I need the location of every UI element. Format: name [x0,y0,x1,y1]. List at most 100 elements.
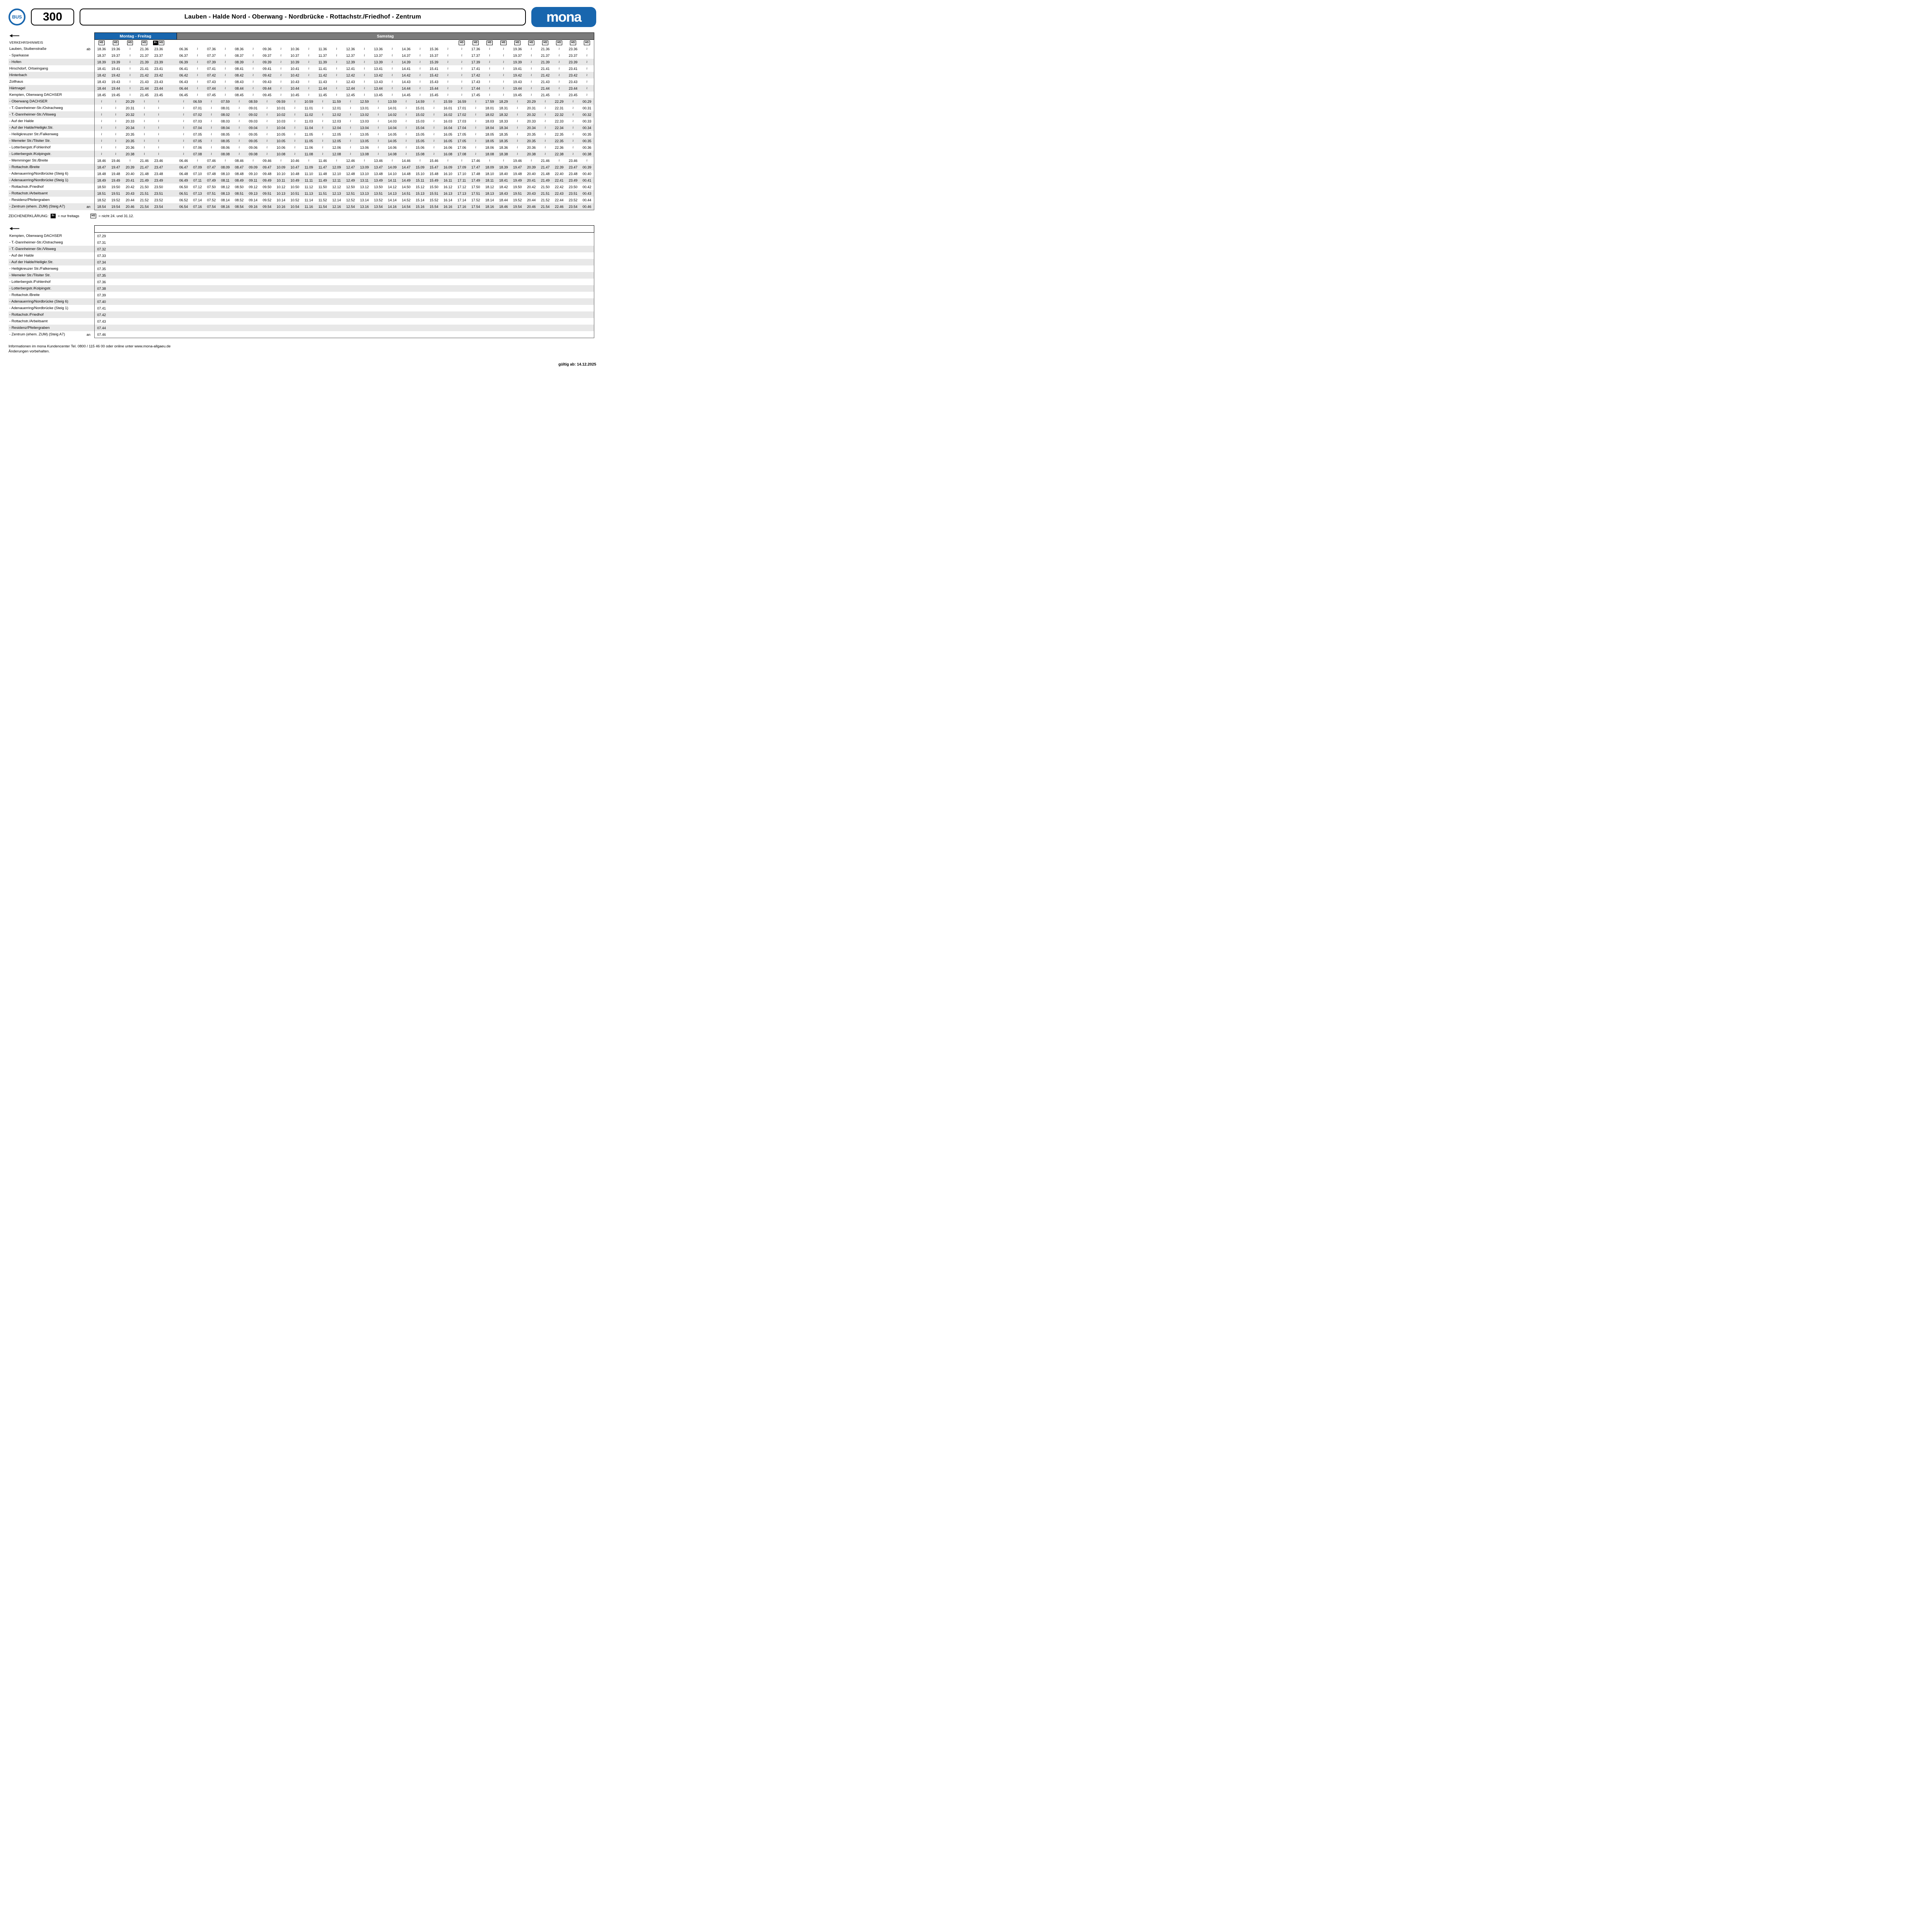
time-cell: ≀ [538,98,552,105]
time-cell: 22.29 [552,98,566,105]
time-cell: 18.31 [497,105,510,111]
time-cell: ≀ [109,138,123,144]
time-cell: 14.50 [399,184,413,190]
time-cell: 19.45 [510,92,524,98]
time-cell: 07.51 [204,190,218,197]
time-cell: ≀ [413,85,427,92]
time-cell: 13.51 [371,190,385,197]
time-cell: ≀ [137,111,151,118]
time-cell: 22.34 [552,124,566,131]
time-cell: ≀ [151,111,166,118]
time-cell: 11.59 [330,98,344,105]
time-cell: ≀ [177,105,190,111]
time-cell: 18.16 [483,203,497,210]
time-cell: 12.02 [330,111,344,118]
stop-mark [86,118,94,124]
skip-wave-icon: ≀ [433,133,434,136]
stop-mark [86,298,94,305]
station-name: - Rottachstr./Friedhof [9,311,86,318]
time-cell: 10.37 [288,52,302,59]
time-cell: 19.36 [510,46,524,52]
skip-wave-icon: ≀ [294,133,295,136]
time-cell: 06.49 [177,177,190,184]
time-cell: 07.33 [94,252,109,259]
time-cell: 13.12 [357,184,371,190]
time-cell: 23.45 [566,92,580,98]
time-cell: 17.42 [469,72,483,78]
left-arrow-icon [9,227,19,230]
time-cell: 19.39 [510,59,524,65]
time-cell: ≀ [288,151,302,157]
time-cell: ≀ [497,92,510,98]
time-cell: ≀ [274,59,288,65]
time-cell: 10.12 [274,184,288,190]
skip-wave-icon: ≀ [544,106,546,110]
time-cell: 22.43 [552,190,566,197]
time-cell: ≀ [123,59,137,65]
time-cell: 07.35 [94,272,109,279]
time-cell: ≀ [538,138,552,144]
time-cell: 20.41 [123,177,137,184]
skip-wave-icon: ≀ [405,139,406,143]
time-cell: 17.16 [455,203,469,210]
stop-mark [86,52,94,59]
time-cell: ≀ [455,85,469,92]
time-cell: 09.01 [246,105,260,111]
empty-cells [109,292,594,298]
time-cell: 17.08 [455,151,469,157]
empty-cells [109,233,594,240]
time-cell: 18.42 [94,72,109,78]
skip-wave-icon: ≀ [419,60,420,64]
time-cell: ≀ [316,111,330,118]
skip-wave-icon: ≀ [531,60,532,64]
time-cell: ≀ [455,78,469,85]
skip-wave-icon: ≀ [544,146,546,150]
time-cell: ≀ [469,138,483,144]
time-cell: 19.39 [109,59,123,65]
skip-wave-icon: ≀ [461,87,462,90]
time-cell: 13.59 [385,98,399,105]
service-badge: HS [556,41,562,45]
time-cell: ≀ [580,46,594,52]
skip-wave-icon: ≀ [378,133,379,136]
time-cell: ≀ [260,144,274,151]
time-cell: ≀ [399,131,413,138]
time-cell: 08.09 [218,164,232,170]
skip-wave-icon: ≀ [144,126,145,130]
skip-wave-icon: ≀ [129,54,131,58]
section-gap [166,40,177,46]
time-cell: ≀ [566,111,580,118]
day-header-sonn-feiertag: Sonn-/Feiertag [94,226,594,233]
time-cell: 11.04 [302,124,316,131]
table-row: Kempten, Oberwang DACHSER18.4519.45≀21.4… [9,92,594,98]
time-cell: ≀ [204,105,218,111]
time-cell: ≀ [371,138,385,144]
skip-wave-icon: ≀ [197,67,198,71]
time-cell: ≀ [302,72,316,78]
time-cell: 14.41 [399,65,413,72]
time-cell: ≀ [316,118,330,124]
skip-wave-icon: ≀ [183,119,184,123]
direction-arrow-cell [9,226,94,233]
skip-wave-icon: ≀ [461,73,462,77]
section-gap [166,144,177,151]
skip-wave-icon: ≀ [266,152,267,156]
time-cell: 00.31 [580,105,594,111]
time-cell: ≀ [357,52,371,59]
skip-wave-icon: ≀ [129,60,131,64]
time-cell: ≀ [274,85,288,92]
time-cell: ≀ [357,157,371,164]
time-cell: 22.39 [552,164,566,170]
section-gap [166,78,177,85]
skip-wave-icon: ≀ [224,80,226,84]
time-cell: 18.51 [94,190,109,197]
service-badge: HS [514,41,520,45]
service-badge-cell: HS [566,40,580,46]
station-name: - Residenz/Pfeilergraben [9,325,86,331]
time-cell: 13.04 [357,124,371,131]
skip-wave-icon: ≀ [308,54,309,58]
service-badge-cell [288,40,302,46]
skip-wave-icon: ≀ [531,47,532,51]
skip-wave-icon: ≀ [461,159,462,163]
skip-wave-icon: ≀ [572,113,573,117]
